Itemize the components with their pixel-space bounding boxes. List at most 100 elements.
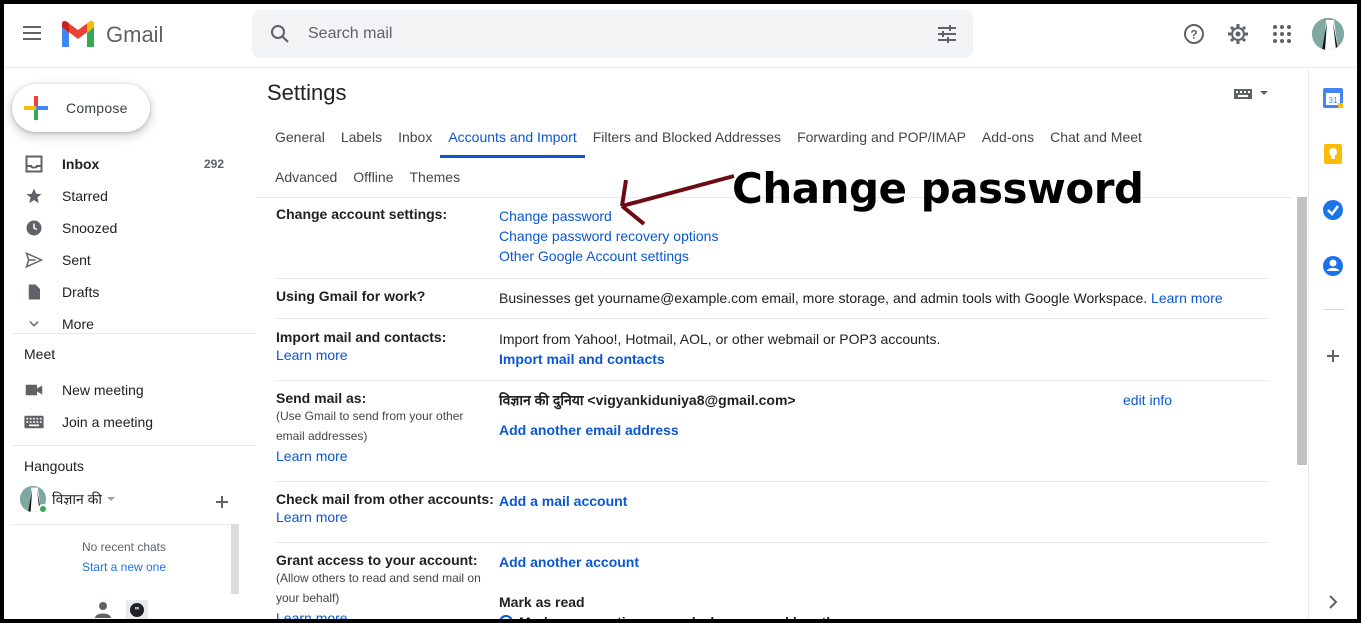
tab-offline[interactable]: Offline	[345, 157, 401, 197]
search-options-icon[interactable]	[935, 22, 959, 46]
send-as-label-wrap: Send mail as: (Use Gmail to send from yo…	[276, 390, 496, 466]
contacts-person-icon[interactable]	[94, 600, 112, 618]
send-as-label: Send mail as:	[276, 390, 367, 406]
tab-accounts-and-import[interactable]: Accounts and Import	[440, 117, 586, 158]
hangouts-bottom-bar: "	[94, 600, 148, 622]
mark-read-option[interactable]: Mark conversation as read when opened by…	[499, 612, 856, 623]
chevron-right-icon[interactable]	[1321, 590, 1345, 614]
main-menu-icon[interactable]	[20, 22, 44, 46]
nav-item-inbox[interactable]: Inbox 292	[4, 148, 244, 180]
tab-inbox[interactable]: Inbox	[390, 117, 440, 157]
start-new-chat-link[interactable]: Start a new one	[34, 560, 214, 574]
svg-text:": "	[135, 606, 140, 617]
settings-gear-icon[interactable]	[1226, 22, 1250, 46]
radio-button-icon[interactable]	[499, 615, 513, 619]
page-title: Settings	[267, 80, 347, 105]
gmail-work-label: Using Gmail for work?	[276, 288, 426, 304]
add-addon-plus-icon[interactable]	[1321, 344, 1345, 368]
check-mail-label-wrap: Check mail from other accounts: Learn mo…	[276, 491, 516, 527]
gmail-work-text: Businesses get yourname@example.com emai…	[499, 290, 1148, 306]
tasks-icon[interactable]	[1321, 198, 1345, 222]
tab-add-ons[interactable]: Add-ons	[974, 117, 1042, 157]
check-mail-learn-more[interactable]: Learn more	[276, 507, 516, 527]
avatar-image-icon	[1312, 18, 1344, 50]
input-tools-icon[interactable]	[1234, 86, 1268, 105]
new-meeting-button[interactable]: New meeting	[24, 374, 144, 406]
add-mail-account-link[interactable]: Add a mail account	[499, 493, 627, 509]
nav-label: Drafts	[62, 284, 100, 300]
add-email-address-link[interactable]: Add another email address	[499, 420, 796, 440]
edit-info-link[interactable]: edit info	[1123, 390, 1172, 410]
add-another-account-link[interactable]: Add another account	[499, 552, 856, 572]
change-account-label: Change account settings:	[276, 206, 448, 222]
caret-down-icon[interactable]	[106, 494, 116, 504]
tab-filters[interactable]: Filters and Blocked Addresses	[585, 117, 789, 157]
chevron-down-icon	[24, 314, 44, 334]
tab-forwarding[interactable]: Forwarding and POP/IMAP	[789, 117, 974, 157]
send-as-value: विज्ञान की दुनिया <vigyankiduniya8@gmail…	[499, 390, 796, 440]
calendar-icon[interactable]: 31	[1321, 86, 1345, 110]
hangouts-user[interactable]: विज्ञान की	[20, 486, 116, 514]
send-as-sub: (Use Gmail to send from your other email…	[276, 409, 464, 443]
nav-divider	[12, 445, 256, 446]
send-as-learn-more[interactable]: Learn more	[276, 446, 496, 466]
hangouts-user-name: विज्ञान की	[52, 490, 103, 507]
apps-grid-icon[interactable]	[1270, 22, 1294, 46]
import-label: Import mail and contacts:	[276, 329, 447, 345]
compose-button[interactable]: Compose	[12, 84, 150, 132]
gmail-work-learn-more[interactable]: Learn more	[1151, 290, 1223, 306]
import-value: Import from Yahoo!, Hotmail, AOL, or oth…	[499, 329, 940, 369]
inbox-count: 292	[203, 157, 224, 171]
nav-divider	[12, 333, 256, 334]
check-mail-label: Check mail from other accounts:	[276, 491, 494, 507]
join-meeting-button[interactable]: Join a meeting	[24, 406, 153, 438]
online-status-icon	[38, 504, 48, 514]
settings-scrollbar[interactable]	[1297, 197, 1307, 465]
settings-tabs-row-2: Advanced Offline Themes	[267, 157, 468, 197]
search-input[interactable]	[308, 23, 868, 45]
nav-item-starred[interactable]: Starred	[4, 180, 244, 212]
other-google-settings-link[interactable]: Other Google Account settings	[499, 246, 718, 266]
quote-chat-icon[interactable]: "	[126, 600, 148, 622]
tab-labels[interactable]: Labels	[333, 117, 390, 157]
help-icon[interactable]: ?	[1182, 22, 1206, 46]
side-panel: 31	[1308, 68, 1357, 619]
row-divider	[276, 481, 1268, 482]
import-learn-more[interactable]: Learn more	[276, 345, 496, 365]
no-recent-chats-text: No recent chats	[81, 540, 167, 554]
nav-item-snoozed[interactable]: Snoozed	[4, 212, 244, 244]
gmail-window: Gmail ? Compose Inbox 292	[0, 0, 1361, 623]
join-meeting-label: Join a meeting	[62, 414, 154, 430]
new-chat-plus-icon[interactable]	[214, 494, 230, 510]
tab-chat-and-meet[interactable]: Chat and Meet	[1042, 117, 1150, 157]
new-meeting-label: New meeting	[62, 382, 144, 398]
grant-label: Grant access to your account:	[276, 552, 478, 568]
inbox-icon	[24, 154, 44, 174]
contacts-icon[interactable]	[1321, 254, 1345, 278]
tab-advanced[interactable]: Advanced	[267, 157, 345, 197]
search-icon[interactable]	[268, 22, 292, 46]
chat-scrollbar[interactable]	[231, 524, 239, 594]
nav-item-drafts[interactable]: Drafts	[4, 276, 244, 308]
import-mail-link[interactable]: Import mail and contacts	[499, 351, 665, 367]
mark-read-option-label: Mark conversation as read when opened by…	[519, 614, 856, 623]
send-icon	[24, 250, 44, 270]
keep-icon[interactable]	[1321, 142, 1345, 166]
tab-general[interactable]: General	[267, 117, 333, 157]
hangouts-divider	[12, 524, 232, 525]
tab-themes[interactable]: Themes	[402, 157, 469, 197]
gmail-logo[interactable]: Gmail	[60, 18, 163, 52]
video-camera-icon	[24, 380, 44, 400]
account-avatar[interactable]	[1312, 18, 1344, 50]
mark-as-read-title: Mark as read	[499, 594, 585, 610]
annotation-arrow-icon	[620, 174, 735, 226]
nav-item-more[interactable]: More	[4, 308, 244, 340]
search-bar[interactable]	[252, 10, 973, 58]
nav-item-sent[interactable]: Sent	[4, 244, 244, 276]
nav-label: Snoozed	[62, 220, 118, 236]
svg-text:?: ?	[1190, 28, 1197, 42]
row-divider	[276, 318, 1268, 319]
grant-learn-more[interactable]: Learn more	[276, 608, 496, 619]
clock-icon	[24, 218, 44, 238]
annotation-label: Change password	[732, 164, 1144, 213]
